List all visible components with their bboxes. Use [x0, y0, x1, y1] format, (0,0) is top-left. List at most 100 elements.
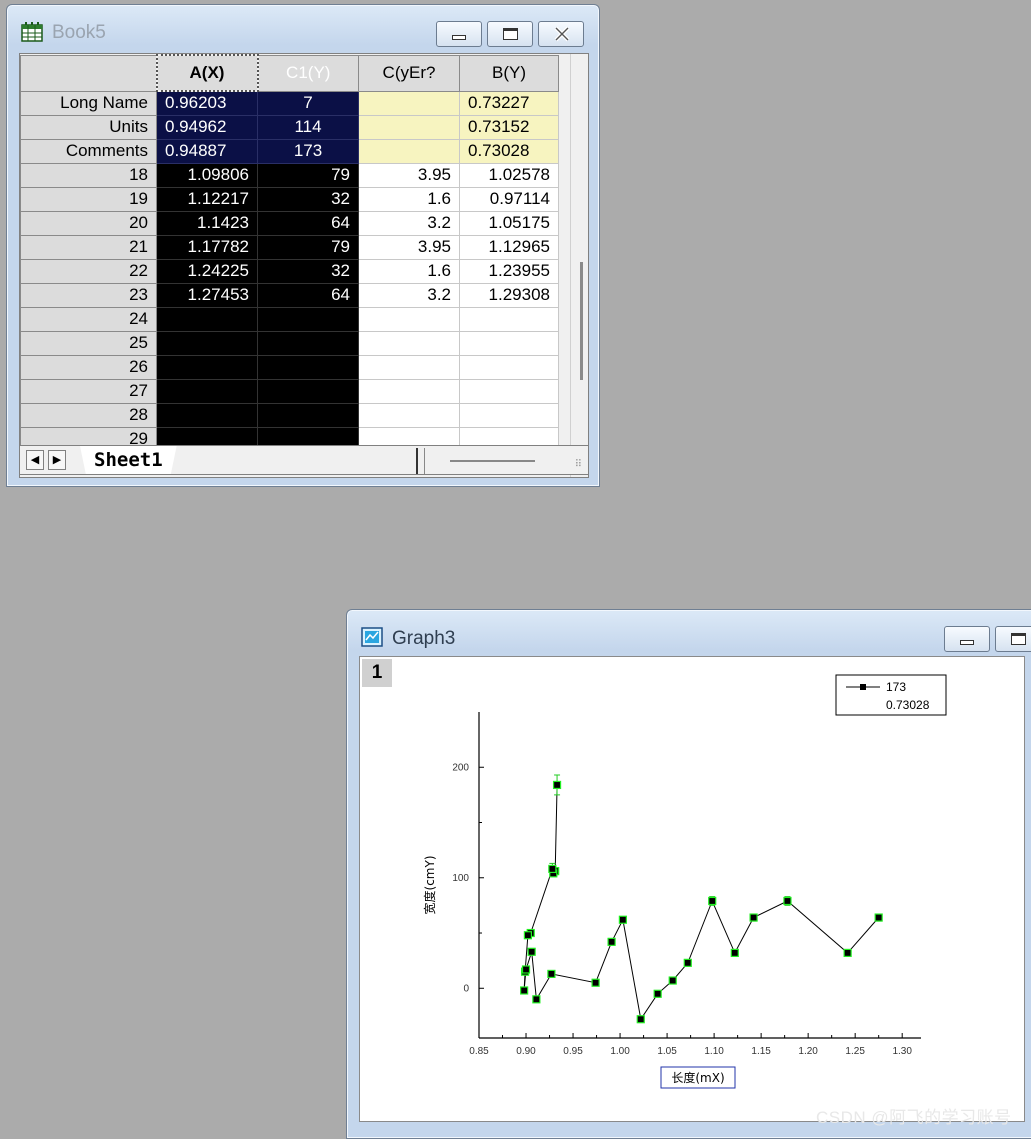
- cell-b[interactable]: 0.73152: [459, 114, 559, 140]
- row-header[interactable]: 19: [20, 186, 157, 212]
- cell-b[interactable]: 0.73227: [459, 90, 559, 116]
- cell-a[interactable]: 0.94962: [156, 114, 258, 140]
- graph-page[interactable]: 1 0.85 0.90 0.95 1.00 1.05 1.10 1.15 1.20 1.25 1.…: [359, 656, 1025, 1122]
- column-header-c-yerr[interactable]: C(yEr?: [358, 54, 460, 92]
- cell-a[interactable]: 0.94887: [156, 138, 258, 164]
- cell-b[interactable]: 1.02578: [459, 162, 559, 188]
- cell-b[interactable]: [459, 402, 559, 428]
- corner-cell[interactable]: [20, 54, 157, 92]
- cell-a[interactable]: 1.1423: [156, 210, 258, 236]
- legend-entry: 0.73028: [886, 698, 930, 712]
- cell-c1[interactable]: 32: [257, 186, 359, 212]
- cell-a[interactable]: [156, 354, 258, 380]
- cell-c-yerr[interactable]: [358, 330, 460, 356]
- cell-c-yerr[interactable]: [358, 138, 460, 164]
- cell-c-yerr[interactable]: 3.95: [358, 234, 460, 260]
- cell-a[interactable]: [156, 306, 258, 332]
- cell-c-yerr[interactable]: [358, 402, 460, 428]
- scrollbar-thumb[interactable]: [580, 262, 583, 380]
- resize-grip-icon[interactable]: ⠿: [575, 459, 582, 470]
- cell-c-yerr[interactable]: [358, 114, 460, 140]
- row-header[interactable]: 22: [20, 258, 157, 284]
- cell-b[interactable]: [459, 330, 559, 356]
- scatter-chart[interactable]: 0.85 0.90 0.95 1.00 1.05 1.10 1.15 1.20 1.25 1.30…: [360, 657, 1026, 1123]
- graph-window[interactable]: Graph3 1 0.85 0.90 0.95 1.00 1.05 1.10 1.15 1.2…: [346, 609, 1031, 1139]
- row-header[interactable]: 25: [20, 330, 157, 356]
- cell-a[interactable]: 1.09806: [156, 162, 258, 188]
- cell-c1[interactable]: 7: [257, 90, 359, 116]
- minimize-button[interactable]: [436, 21, 482, 47]
- cell-a[interactable]: [156, 378, 258, 404]
- cell-b[interactable]: 1.05175: [459, 210, 559, 236]
- cell-b[interactable]: 0.97114: [459, 186, 559, 212]
- worksheet-grid[interactable]: A(X) C1(Y) C(yEr? B(Y) Long Name 0.96203 7…: [19, 53, 589, 478]
- cell-c1[interactable]: [257, 330, 359, 356]
- cell-c-yerr[interactable]: 3.2: [358, 282, 460, 308]
- cell-c1[interactable]: [257, 354, 359, 380]
- column-header-b[interactable]: B(Y): [459, 54, 559, 92]
- cell-c1[interactable]: 79: [257, 162, 359, 188]
- graph-titlebar[interactable]: Graph3: [347, 610, 1031, 654]
- cell-c1[interactable]: [257, 306, 359, 332]
- next-sheet-button[interactable]: ▶: [48, 450, 66, 470]
- cell-a[interactable]: [156, 330, 258, 356]
- prev-sheet-button[interactable]: ◀: [26, 450, 44, 470]
- cell-b[interactable]: 1.12965: [459, 234, 559, 260]
- column-header-c1[interactable]: C1(Y): [257, 54, 359, 92]
- row-header[interactable]: Comments: [20, 138, 157, 164]
- cell-c-yerr[interactable]: [358, 354, 460, 380]
- maximize-button[interactable]: [487, 21, 533, 47]
- tab-splitter[interactable]: [416, 448, 418, 474]
- row-header[interactable]: 23: [20, 282, 157, 308]
- close-button[interactable]: [538, 21, 584, 47]
- worksheet-table[interactable]: A(X) C1(Y) C(yEr? B(Y) Long Name 0.96203 7…: [20, 54, 559, 452]
- cell-c1[interactable]: 79: [257, 234, 359, 260]
- metadata-row: Long Name 0.96203 7 0.73227: [20, 90, 559, 116]
- cell-c-yerr[interactable]: 3.2: [358, 210, 460, 236]
- workbook-titlebar[interactable]: Book5: [7, 5, 599, 49]
- cell-c-yerr[interactable]: 3.95: [358, 162, 460, 188]
- cell-c1[interactable]: 64: [257, 282, 359, 308]
- cell-b[interactable]: 0.73028: [459, 138, 559, 164]
- maximize-icon: [1011, 633, 1026, 645]
- row-header[interactable]: 18: [20, 162, 157, 188]
- cell-c1[interactable]: [257, 402, 359, 428]
- row-header[interactable]: 24: [20, 306, 157, 332]
- row-header[interactable]: 21: [20, 234, 157, 260]
- cell-c-yerr[interactable]: 1.6: [358, 258, 460, 284]
- cell-b[interactable]: [459, 306, 559, 332]
- row-header[interactable]: 26: [20, 354, 157, 380]
- cell-a[interactable]: 1.17782: [156, 234, 258, 260]
- cell-a[interactable]: 1.27453: [156, 282, 258, 308]
- sheet-tab-sheet1[interactable]: Sheet1: [80, 446, 177, 474]
- cell-c-yerr[interactable]: [358, 306, 460, 332]
- cell-c-yerr[interactable]: [358, 378, 460, 404]
- row-header[interactable]: 28: [20, 402, 157, 428]
- cell-a[interactable]: 0.96203: [156, 90, 258, 116]
- row-header[interactable]: 27: [20, 378, 157, 404]
- cell-c-yerr[interactable]: [358, 90, 460, 116]
- row-header[interactable]: 20: [20, 210, 157, 236]
- column-header-a[interactable]: A(X): [155, 54, 259, 92]
- row-header[interactable]: Long Name: [20, 90, 157, 116]
- row-header[interactable]: Units: [20, 114, 157, 140]
- graph-maximize-button[interactable]: [995, 626, 1031, 652]
- cell-c1[interactable]: 173: [257, 138, 359, 164]
- cell-c-yerr[interactable]: 1.6: [358, 186, 460, 212]
- cell-a[interactable]: 1.12217: [156, 186, 258, 212]
- workbook-window[interactable]: Book5 A(X) C1(Y) C(yEr? B(Y) Long Name 0…: [6, 4, 600, 487]
- data-point: [532, 995, 541, 1004]
- cell-c1[interactable]: 64: [257, 210, 359, 236]
- cell-b[interactable]: 1.29308: [459, 282, 559, 308]
- horizontal-scrollbar[interactable]: [450, 460, 535, 462]
- vertical-scrollbar[interactable]: [570, 54, 588, 477]
- cell-b[interactable]: [459, 354, 559, 380]
- cell-c1[interactable]: 32: [257, 258, 359, 284]
- cell-a[interactable]: [156, 402, 258, 428]
- cell-b[interactable]: 1.23955: [459, 258, 559, 284]
- cell-c1[interactable]: [257, 378, 359, 404]
- cell-c1[interactable]: 114: [257, 114, 359, 140]
- graph-minimize-button[interactable]: [944, 626, 990, 652]
- cell-b[interactable]: [459, 378, 559, 404]
- cell-a[interactable]: 1.24225: [156, 258, 258, 284]
